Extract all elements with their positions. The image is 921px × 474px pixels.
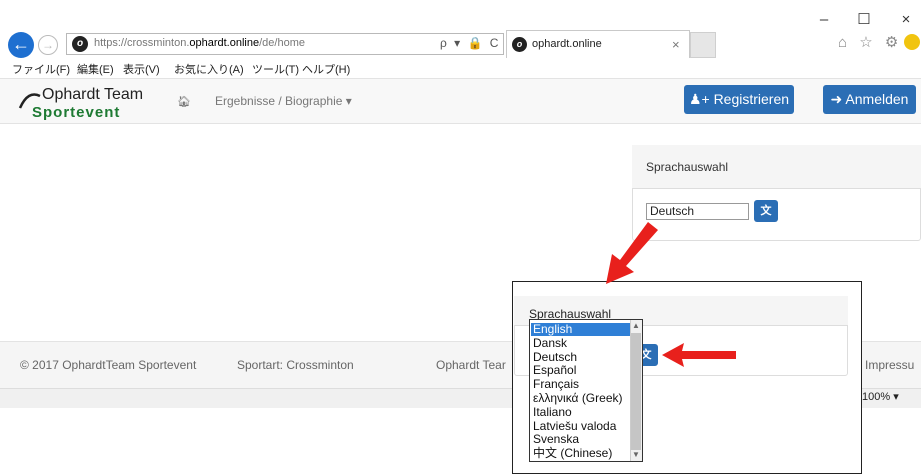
- footer-team-link[interactable]: Ophardt Tear: [436, 358, 506, 372]
- home-icon[interactable]: 🏠︎: [177, 95, 191, 108]
- nav-results-dropdown[interactable]: Ergebnisse / Biographie ▾: [215, 94, 352, 108]
- menu-view[interactable]: 表示(V): [123, 61, 160, 77]
- arrow-left-icon: ←: [12, 34, 30, 54]
- tab-favicon-icon: o: [512, 37, 527, 52]
- menu-favorites[interactable]: お気に入り(A): [174, 61, 244, 77]
- tab-close-icon[interactable]: ×: [672, 37, 680, 52]
- language-option[interactable]: Italiano: [531, 405, 633, 419]
- site-favicon-icon: o: [72, 36, 88, 52]
- red-arrow-down-icon: [606, 222, 658, 284]
- red-arrow-left-icon: [662, 343, 736, 367]
- add-user-icon: ♟+: [688, 91, 714, 107]
- url-text[interactable]: https://crossminton.ophardt.online/de/ho…: [94, 37, 305, 49]
- menu-tools[interactable]: ツール(T): [252, 61, 299, 77]
- translate-icon: 文: [760, 205, 772, 217]
- url-prefix: https://crossminton.: [94, 37, 190, 49]
- language-option[interactable]: Dansk: [531, 336, 633, 350]
- language-option[interactable]: ελληνικά (Greek): [531, 392, 633, 405]
- language-select[interactable]: Deutsch: [646, 203, 749, 220]
- back-button[interactable]: ←: [8, 32, 34, 58]
- register-label: Registrieren: [713, 91, 790, 107]
- scroll-up-icon[interactable]: ▲: [630, 321, 642, 330]
- logo-text-bottom: Sportevent: [32, 104, 121, 121]
- logo-text-top: Ophardt Team: [42, 86, 144, 103]
- footer-impressum-link[interactable]: Impressu: [865, 358, 914, 372]
- menu-help[interactable]: ヘルプ(H): [302, 61, 350, 77]
- forward-button[interactable]: →: [38, 35, 58, 55]
- close-window-button[interactable]: ×: [894, 10, 918, 30]
- minimize-button[interactable]: –: [812, 10, 836, 30]
- login-label: Anmelden: [845, 91, 909, 107]
- maximize-button[interactable]: ☐: [852, 10, 876, 30]
- language-option[interactable]: English: [531, 323, 633, 336]
- scroll-down-icon[interactable]: ▼: [630, 450, 642, 459]
- zoom-control[interactable]: 100% ▾: [862, 390, 899, 403]
- language-option[interactable]: Deutsch: [531, 350, 633, 364]
- url-path: /de/home: [259, 37, 305, 49]
- tab-title: ophardt.online: [532, 38, 602, 50]
- menu-file[interactable]: ファイル(F): [12, 61, 70, 77]
- browser-right-icons[interactable]: ⌂ ☆ ⚙: [838, 33, 902, 51]
- sign-in-icon: ➜: [830, 91, 846, 107]
- menu-edit[interactable]: 編集(E): [77, 61, 114, 77]
- footer-copyright: © 2017 OphardtTeam Sportevent: [20, 358, 197, 372]
- listbox-scroll-thumb[interactable]: [631, 333, 641, 450]
- login-button[interactable]: ➜ Anmelden: [823, 85, 916, 114]
- arrow-right-icon: →: [42, 38, 54, 52]
- register-button[interactable]: ♟+ Registrieren: [684, 85, 794, 114]
- title-strip: [0, 0, 921, 6]
- footer-sport: Sportart: Crossminton: [237, 358, 354, 372]
- language-option[interactable]: Français: [531, 378, 633, 391]
- language-option[interactable]: Español: [531, 364, 633, 377]
- language-option[interactable]: 中文 (Chinese): [531, 447, 633, 460]
- language-option[interactable]: Latviešu valoda: [531, 419, 633, 433]
- language-listbox[interactable]: English Dansk Deutsch Español Français ελληνι…: [529, 319, 643, 462]
- feedback-smiley-icon[interactable]: [904, 34, 920, 50]
- address-tools[interactable]: ρ ▾ 🔒 C: [440, 36, 500, 50]
- translate-button[interactable]: 文: [754, 200, 778, 222]
- language-option[interactable]: Svenska: [531, 433, 633, 446]
- new-tab-button[interactable]: [690, 32, 716, 58]
- language-panel-title: Sprachauswahl: [646, 160, 729, 174]
- url-host: ophardt.online: [189, 37, 260, 49]
